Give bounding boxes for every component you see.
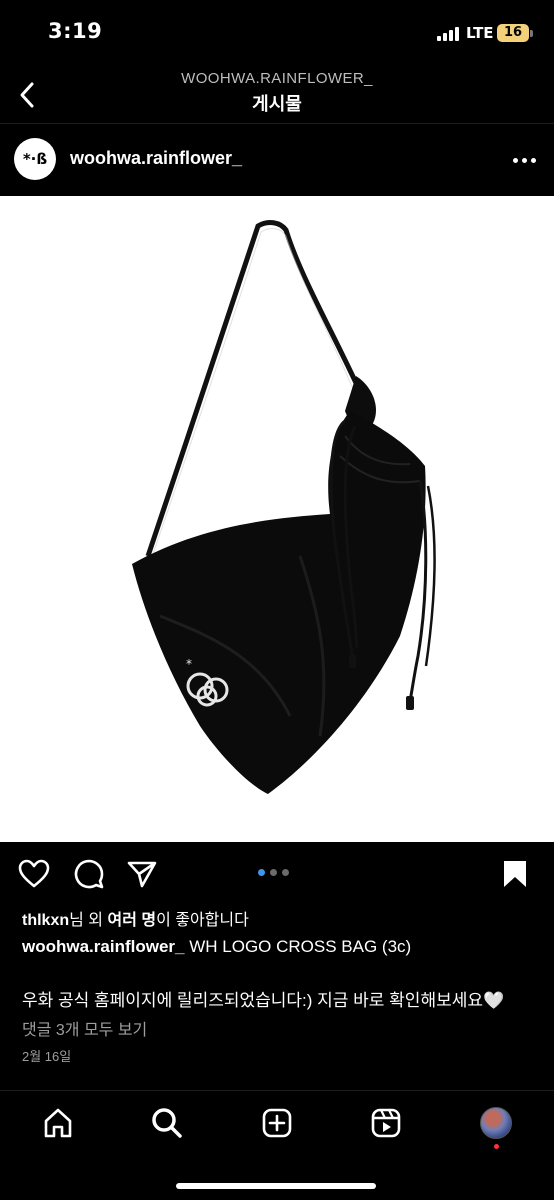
battery-tip bbox=[530, 30, 533, 37]
comment-icon bbox=[74, 859, 104, 889]
post-actions bbox=[0, 842, 554, 904]
reels-icon bbox=[371, 1108, 401, 1138]
carousel-indicator bbox=[258, 869, 289, 876]
profile-avatar bbox=[480, 1107, 512, 1139]
tab-create[interactable] bbox=[259, 1105, 295, 1141]
carousel-dot bbox=[282, 869, 289, 876]
view-all-comments-link[interactable]: 댓글 3개 모두 보기 bbox=[22, 1016, 147, 1040]
send-icon bbox=[127, 861, 157, 888]
tab-home[interactable] bbox=[40, 1105, 76, 1141]
carousel-dot-active bbox=[258, 869, 265, 876]
svg-text:*: * bbox=[186, 657, 192, 671]
create-icon bbox=[262, 1108, 292, 1138]
more-options-button[interactable] bbox=[510, 148, 538, 172]
bag-illustration: * bbox=[132, 220, 436, 794]
network-label: LTE bbox=[466, 24, 494, 42]
caption-username[interactable]: woohwa.rainflower_ bbox=[22, 937, 184, 956]
likes-text[interactable]: thlkxn님 외 여러 명이 좋아합니다 bbox=[22, 906, 249, 930]
tab-profile[interactable] bbox=[478, 1105, 514, 1141]
carousel-dot bbox=[270, 869, 277, 876]
account-name-caps: WOOHWA.RAINFLOWER_ bbox=[181, 70, 373, 87]
tab-reels[interactable] bbox=[368, 1105, 404, 1141]
heart-icon bbox=[18, 859, 50, 888]
battery-icon: 16 bbox=[497, 24, 529, 42]
likes-others[interactable]: 여러 명 bbox=[107, 912, 156, 929]
post-date: 2월 16일 bbox=[22, 1049, 72, 1064]
post-header: *·ß woohwa.rainflower_ bbox=[0, 124, 554, 196]
status-bar: 3:19 LTE 16 bbox=[0, 0, 554, 64]
caption-text: WH LOGO CROSS BAG (3c) bbox=[189, 937, 412, 956]
post-image[interactable]: * bbox=[0, 196, 554, 842]
nav-header: WOOHWA.RAINFLOWER_ 게시물 bbox=[0, 64, 554, 124]
save-button[interactable] bbox=[497, 856, 533, 892]
bookmark-icon bbox=[504, 861, 526, 887]
liker-username[interactable]: thlkxn bbox=[22, 912, 69, 929]
caption: woohwa.rainflower_ WH LOGO CROSS BAG (3c… bbox=[22, 937, 411, 957]
notification-dot bbox=[494, 1144, 499, 1149]
post-body-text: 우화 공식 홈페이지에 릴리즈되었습니다:) 지금 바로 확인해보세요🤍 bbox=[22, 991, 505, 1010]
tab-search[interactable] bbox=[149, 1105, 185, 1141]
more-horizontal-icon bbox=[512, 157, 518, 163]
avatar[interactable]: *·ß bbox=[14, 138, 56, 180]
post-username[interactable]: woohwa.rainflower_ bbox=[70, 148, 242, 169]
status-time: 3:19 bbox=[48, 19, 103, 43]
home-indicator bbox=[176, 1183, 376, 1189]
likes-middle: 님 외 bbox=[69, 912, 108, 929]
home-icon bbox=[44, 1108, 72, 1138]
page-title: 게시물 bbox=[252, 94, 302, 115]
like-button[interactable] bbox=[16, 856, 52, 892]
signal-icon bbox=[437, 27, 461, 41]
likes-suffix: 이 좋아합니다 bbox=[156, 912, 249, 929]
comment-button[interactable] bbox=[71, 856, 107, 892]
bottom-tab-bar bbox=[0, 1090, 554, 1200]
search-icon bbox=[152, 1108, 182, 1138]
share-button[interactable] bbox=[124, 856, 160, 892]
